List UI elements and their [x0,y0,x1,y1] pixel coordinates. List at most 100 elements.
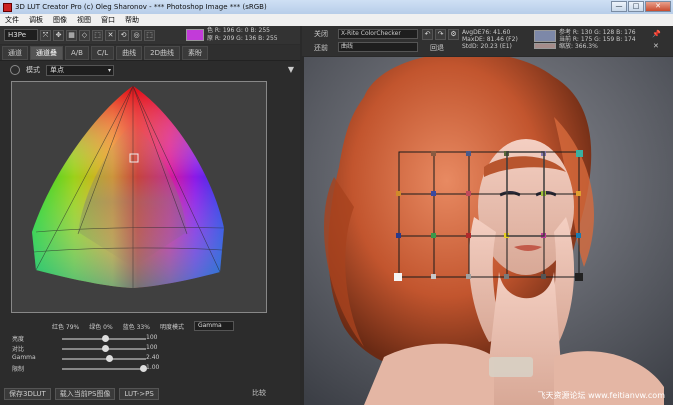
slider-track[interactable] [62,335,146,342]
right-panel: 关闭 X-Rite ColorChecker 还前 曲线 ↶ ↷ ⚙ 回退 Av… [302,26,673,405]
shape-tool-icon[interactable]: ◇ [79,29,90,41]
slider-label: 限制 [12,366,25,373]
reference-swatch [534,30,556,42]
menu-help[interactable]: 帮助 [120,15,144,25]
tab-ab[interactable]: A/B [65,45,89,60]
slider-gamma[interactable]: Gamma 2.40 [12,354,292,363]
stats-readout: AvgDE76: 41.60 MaxDE: 81.46 (F2) StdD: 2… [462,29,518,50]
menu-bar: 文件 调板 图像 视图 窗口 帮助 [0,14,673,26]
slider-knob[interactable] [106,355,113,362]
reference-rgb: 参考 R: 130 G: 128 B: 176 [559,29,636,36]
slider-value: 2.40 [146,354,160,361]
mode-select[interactable]: 单点 ▾ [46,64,114,76]
watermark-text: 飞天资源论坛 www.feitianvw.com [537,391,665,400]
undo-icon[interactable]: ↶ [422,29,433,40]
current-swatch [534,43,556,49]
save-3dlut-button[interactable]: 保存3DLUT [4,388,51,400]
tab-swatches[interactable]: 素盼 [181,45,208,60]
menu-file[interactable]: 文件 [0,15,24,25]
refresh-icon[interactable] [10,65,20,75]
menu-window[interactable]: 窗口 [96,15,120,25]
before-button[interactable]: 还前 [314,43,328,53]
compare-button[interactable]: 比较 [252,388,266,398]
move-tool-icon[interactable]: ✥ [53,29,64,41]
pin-icon[interactable]: 📌 [652,30,661,38]
window-title: 3D LUT Creator Pro (c) Oleg Sharonov - *… [15,3,267,11]
green-percent: 绿色 0% [89,323,113,331]
tab-2d-curves[interactable]: 2D曲线 [144,45,180,60]
slider-value: 1.00 [146,364,160,371]
slider-contrast[interactable]: 对比 100 [12,344,292,353]
red-percent: 红色 79% [52,323,80,331]
slider-label: Gamma [12,354,36,361]
grid-tool-icon[interactable]: ▦ [66,29,77,41]
adjustment-panel: 红色 79% 绿色 0% 蓝色 33% 明度模式 Gamma 亮度 100 对比… [0,314,300,384]
menu-palette[interactable]: 调板 [24,15,48,25]
app-icon [3,2,12,12]
std-de: StdD: 20.23 (E1) [462,43,512,50]
patch-readout: 参考 R: 130 G: 128 B: 176 当前 R: 175 G: 159… [559,29,636,50]
checker-select[interactable]: X-Rite ColorChecker [338,29,418,39]
max-de: MaxDE: 81.46 (F2) [462,36,518,43]
slider-knob[interactable] [102,345,109,352]
mode-select-value: 单点 [50,65,64,74]
mode-row: 模式 单点 ▾ ▼ [0,63,300,77]
close-icon[interactable]: ✕ [653,42,659,50]
slider-value: 100 [146,344,158,351]
color-wheel-canvas[interactable] [12,82,266,312]
tab-curves[interactable]: 曲线 [116,45,143,60]
curve-select[interactable]: 曲线 [338,42,418,52]
select-tool-icon[interactable]: ⬚ [92,29,103,41]
zoom-level: 缩放: 366.3% [559,43,598,50]
rotate-tool-icon[interactable]: ⟲ [118,29,129,41]
slider-knob[interactable] [102,335,109,342]
left-toolbar: H3Pe ⤧ ✥ ▦ ◇ ⬚ ✕ ⟲ ◎ ⬚ 色 R: 196 G: 0 B: … [0,26,300,44]
tab-channels[interactable]: 通道 [2,45,28,60]
expand-tool-icon[interactable]: ⤧ [40,29,51,41]
target-tool-icon[interactable]: ◎ [131,29,142,41]
cross-tool-icon[interactable]: ✕ [105,29,116,41]
channel-percent-row: 红色 79% 绿色 0% 蓝色 33% 明度模式 Gamma [52,321,234,331]
blue-percent: 蓝色 33% [122,323,150,331]
slider-brightness[interactable]: 亮度 100 [12,334,292,343]
rgb-readout-original: 原 R: 209 G: 136 B: 255 [207,35,278,42]
mode-label: 模式 [26,66,40,74]
close-window-button[interactable]: ✕ [645,1,671,12]
slider-track[interactable] [62,365,147,372]
portrait-image[interactable] [304,57,673,405]
chevron-down-icon: ▾ [107,66,111,74]
redo-icon[interactable]: ↷ [435,29,446,40]
app-window: 3D LUT Creator Pro (c) Oleg Sharonov - *… [0,0,673,405]
slider-track[interactable] [62,345,146,352]
slider-label: 亮度 [12,336,25,343]
restore-button[interactable]: 回退 [430,43,444,53]
checker-toolbar: 关闭 X-Rite ColorChecker 还前 曲线 ↶ ↷ ⚙ 回退 Av… [302,26,673,56]
left-panel: H3Pe ⤧ ✥ ▦ ◇ ⬚ ✕ ⟲ ◎ ⬚ 色 R: 196 G: 0 B: … [0,26,300,405]
current-color-swatch [186,29,204,41]
close-checker-button[interactable]: 关闭 [314,29,328,39]
avg-de: AvgDE76: 41.60 [462,29,511,36]
tab-channel-stack[interactable]: 通道叠 [30,45,63,60]
bottom-button-bar: 保存3DLUT 载入当前PS图像 LUT->PS 比较 [0,387,300,401]
gamma-select[interactable]: Gamma [193,321,234,331]
preset-select[interactable]: H3Pe [4,29,38,41]
settings-icon[interactable]: ⚙ [448,29,459,40]
slider-value: 100 [146,334,158,341]
slider-limit[interactable]: 限制 1.00 [12,364,292,373]
image-preview[interactable]: 飞天资源论坛 www.feitianvw.com [304,57,673,405]
rgb-readout: 色 R: 196 G: 0 B: 255 原 R: 209 G: 136 B: … [207,27,278,43]
tab-cl[interactable]: C/L [90,45,115,60]
color-wheel-grid[interactable] [11,81,267,313]
tab-bar: 通道 通道叠 A/B C/L 曲线 2D曲线 素盼 [0,45,300,61]
menu-view[interactable]: 视图 [72,15,96,25]
lut-to-ps-button[interactable]: LUT->PS [119,388,159,400]
load-ps-image-button[interactable]: 载入当前PS图像 [54,388,116,400]
minimize-button[interactable]: — [611,1,627,12]
brightness-mode-label: 明度模式 [159,323,184,331]
panel-menu-arrow-icon[interactable]: ▼ [288,65,294,74]
menu-image[interactable]: 图像 [48,15,72,25]
maximize-button[interactable]: □ [628,1,644,12]
slider-track[interactable] [62,355,146,362]
frame-tool-icon[interactable]: ⬚ [144,29,155,41]
slider-label: 对比 [12,346,25,353]
